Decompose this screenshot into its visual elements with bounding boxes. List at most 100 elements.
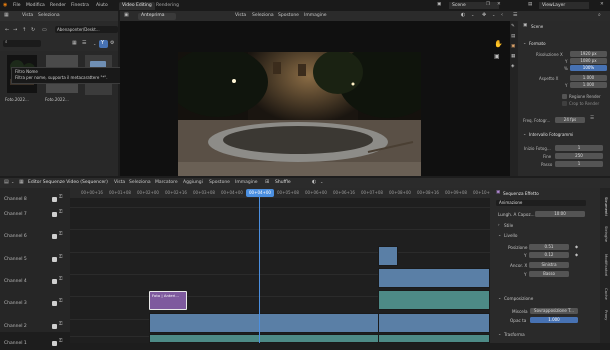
menu-finestra[interactable]: Finestra bbox=[71, 3, 89, 8]
chevron-down-icon[interactable]: ⌄ bbox=[498, 233, 501, 237]
channel-mute-checkbox[interactable] bbox=[52, 234, 57, 239]
blend-dropdown[interactable]: Sovrapposizione T... bbox=[530, 308, 578, 314]
channel-row[interactable]: Channel 4 ⚿ bbox=[0, 277, 70, 288]
channel-row[interactable]: Channel 1 ⚿ bbox=[0, 339, 70, 350]
menu-vista[interactable]: Vista bbox=[114, 180, 125, 185]
channel-mute-checkbox[interactable] bbox=[52, 324, 57, 329]
close-icon[interactable]: ✕ bbox=[600, 2, 604, 8]
channel-row[interactable]: Channel 7 ⚿ bbox=[0, 210, 70, 221]
sidebar-tab-cache[interactable]: Cache bbox=[601, 285, 609, 303]
pos-y-field[interactable]: 0.12 bbox=[529, 252, 569, 258]
frame-range-title[interactable]: Intervallo Fotogrammi bbox=[529, 132, 573, 137]
anchor-y-dropdown[interactable]: Basso bbox=[529, 271, 569, 277]
compositing-panel-title[interactable]: Composizione bbox=[504, 296, 533, 301]
menu-file[interactable]: File bbox=[13, 3, 21, 8]
image-strip[interactable] bbox=[378, 268, 490, 288]
preview-mode-selector[interactable]: Anteprima bbox=[138, 13, 176, 20]
sound-strip[interactable] bbox=[378, 334, 490, 343]
layout-panel-title[interactable]: Livello bbox=[504, 233, 517, 238]
output-tab-icon[interactable]: ▣ bbox=[511, 44, 515, 50]
menu-seleziona[interactable]: Seleziona bbox=[252, 13, 274, 18]
frame-start-field[interactable]: 1 bbox=[555, 145, 603, 151]
editor-type-icon[interactable]: ▣ bbox=[124, 13, 129, 18]
file-browser-icon[interactable]: ▦ bbox=[4, 13, 9, 18]
render-region-checkbox[interactable] bbox=[562, 94, 567, 99]
channel-mute-checkbox[interactable] bbox=[52, 197, 57, 202]
dropdown-icon[interactable]: ⌄ bbox=[320, 180, 323, 184]
menu-seleziona[interactable]: Seleziona bbox=[38, 13, 60, 18]
chevron-down-icon[interactable]: ⌄ bbox=[523, 41, 526, 45]
view-mode-icon[interactable]: ▦ bbox=[19, 180, 24, 185]
pos-x-field[interactable]: 0.51 bbox=[529, 244, 569, 250]
aspect-y-field[interactable]: 1.000 bbox=[570, 82, 607, 88]
sidebar-toggle-icon[interactable]: ‹ bbox=[501, 13, 503, 18]
time-ruler[interactable]: 00+00+16 00+01+08 00+02+00 00+02+16 00+03+08… bbox=[70, 188, 495, 198]
workspace-tab-rendering[interactable]: Rendering bbox=[153, 2, 182, 10]
channel-row[interactable]: Channel 3 ⚿ bbox=[0, 299, 70, 310]
menu-immagine[interactable]: Immagine bbox=[235, 180, 258, 185]
lock-icon[interactable]: ⚿ bbox=[59, 339, 62, 345]
channel-row[interactable]: Channel 5 ⚿ bbox=[0, 255, 70, 266]
properties-icon[interactable]: ☰ bbox=[513, 13, 517, 18]
sound-strip[interactable] bbox=[149, 334, 397, 343]
transform-panel-title[interactable]: Trasforma bbox=[504, 332, 525, 337]
forward-arrow-icon[interactable]: → bbox=[13, 28, 17, 33]
filter-button[interactable]: Y bbox=[99, 40, 108, 48]
playhead-line[interactable] bbox=[259, 197, 260, 343]
tool-tab-icon[interactable]: ✎ bbox=[511, 24, 515, 30]
lock-icon[interactable]: ⚿ bbox=[59, 277, 62, 283]
editor-type-label[interactable]: Editor Sequenze Video (Sequencer) bbox=[28, 180, 108, 185]
percent-field[interactable]: 100% bbox=[570, 65, 607, 71]
current-time-badge[interactable]: 00+04+00 bbox=[246, 189, 274, 197]
settings-icon[interactable]: ⚙ bbox=[110, 41, 114, 46]
new-folder-icon[interactable]: ▭ bbox=[42, 28, 47, 33]
aspect-x-field[interactable]: 1.000 bbox=[570, 75, 607, 81]
lock-icon[interactable]: ⚿ bbox=[59, 299, 62, 305]
filter-search-field[interactable]: ⌕ bbox=[3, 40, 41, 47]
lock-icon[interactable]: ⚿ bbox=[59, 255, 62, 261]
keyframe-dot-icon[interactable]: ◆ bbox=[575, 245, 578, 249]
keyframe-dot-icon[interactable]: ◆ bbox=[575, 253, 578, 257]
chevron-down-icon[interactable]: ⌄ bbox=[498, 296, 501, 300]
menu-vista[interactable]: Vista bbox=[235, 13, 246, 18]
channel-mute-checkbox[interactable] bbox=[52, 279, 57, 284]
menu-spostone[interactable]: Spostone bbox=[278, 13, 299, 18]
menu-immagine[interactable]: Immagine bbox=[304, 13, 327, 18]
scene-selector[interactable]: Scene bbox=[449, 2, 499, 9]
menu-spostone[interactable]: Spostone bbox=[209, 180, 230, 185]
editor-type-icon[interactable]: ▤ bbox=[4, 180, 9, 185]
blender-logo-icon[interactable]: ◉ bbox=[3, 3, 7, 8]
chevron-right-icon[interactable]: › bbox=[498, 223, 500, 227]
sidebar-tab-stringhe[interactable]: Stringhe bbox=[601, 222, 609, 246]
camera-icon[interactable]: ▣ bbox=[494, 54, 500, 60]
refresh-icon[interactable]: ↻ bbox=[31, 28, 35, 33]
length-field[interactable]: 10:00 bbox=[535, 211, 585, 217]
dropdown-icon[interactable]: ⌄ bbox=[11, 180, 14, 184]
sidebar-tab-modificatori[interactable]: Modificatori bbox=[601, 248, 609, 282]
menu-aggiungi[interactable]: Aggiungi bbox=[183, 180, 203, 185]
gizmo-icon[interactable]: ✥ bbox=[482, 13, 486, 18]
back-arrow-icon[interactable]: ← bbox=[5, 28, 9, 33]
sidebar-tab-proxy[interactable]: Proxy bbox=[601, 306, 609, 324]
style-panel-title[interactable]: Stile bbox=[504, 223, 513, 228]
lock-icon[interactable]: ⚿ bbox=[59, 232, 62, 238]
res-y-field[interactable]: 1080 px bbox=[570, 58, 607, 64]
close-icon[interactable]: ✕ bbox=[497, 2, 501, 8]
image-strip[interactable] bbox=[378, 313, 490, 333]
dropdown-icon[interactable]: ⌄ bbox=[93, 42, 96, 46]
anchor-x-dropdown[interactable]: Sinistra bbox=[529, 262, 569, 268]
list-icon[interactable]: ☰ bbox=[590, 116, 594, 122]
snap-icon[interactable]: ⊞ bbox=[265, 180, 269, 185]
sound-strip[interactable] bbox=[378, 290, 490, 310]
workspace-tab-video-editing[interactable]: Video Editing bbox=[119, 2, 155, 10]
frame-end-field[interactable]: 250 bbox=[555, 153, 603, 159]
channel-row[interactable]: Channel 8 ⚿ bbox=[0, 195, 70, 206]
channel-mute-checkbox[interactable] bbox=[52, 341, 57, 346]
sidebar-tab-strumenti[interactable]: Strumenti bbox=[601, 192, 609, 220]
channel-row[interactable]: Channel 6 ⚿ bbox=[0, 232, 70, 243]
dropdown-icon[interactable]: ⌄ bbox=[471, 13, 474, 17]
menu-render[interactable]: Render bbox=[50, 3, 66, 8]
path-field[interactable]: Abenaponter/Deskt... bbox=[55, 26, 118, 33]
strip-name-field[interactable]: Animazione bbox=[496, 200, 586, 206]
channel-mute-checkbox[interactable] bbox=[52, 257, 57, 262]
